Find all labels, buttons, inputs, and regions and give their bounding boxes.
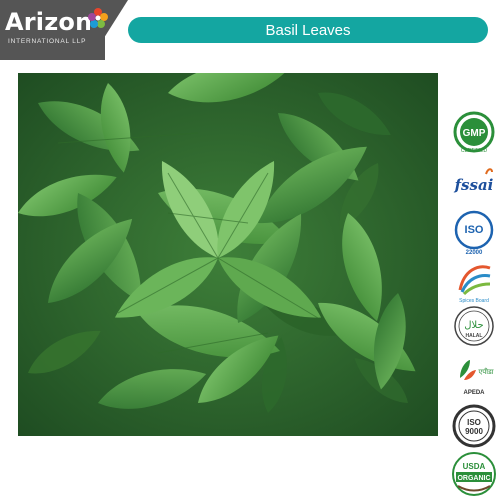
apeda-sublabel: APEDA — [463, 390, 485, 396]
iso-22000-icon: ISO 22000 — [454, 210, 494, 256]
iso-9000-sublabel: 9000 — [465, 427, 483, 436]
header: Arizone INTERNATIONAL LLP Basil Leaves — [0, 0, 500, 60]
gmp-label: GMP — [463, 128, 486, 139]
spices-board-icon: Spices Board — [458, 265, 491, 304]
iso-9000-icon: ISO 9000 — [452, 404, 496, 448]
usda-organic-badge: USDA ORGANIC — [448, 450, 500, 498]
iso-9000-badge: ISO 9000 — [448, 402, 500, 450]
usda-organic-icon: USDA ORGANIC — [452, 452, 496, 496]
product-title-bar: Basil Leaves — [128, 17, 488, 43]
iso-22000-badge: ISO 22000 — [448, 208, 500, 256]
page-title: Basil Leaves — [265, 21, 351, 39]
usda-sublabel: ORGANIC — [457, 475, 490, 482]
halal-label: حلال — [464, 320, 483, 331]
iso-9000-label: ISO — [467, 418, 481, 427]
halal-sublabel: HALAL — [466, 333, 483, 339]
apeda-badge: एपीडा APEDA — [448, 352, 500, 400]
halal-badge: حلال HALAL — [448, 304, 500, 352]
basil-photo-canvas — [18, 73, 438, 436]
fssai-icon: fssai — [454, 168, 494, 194]
certification-list: GMP CERTIFIED fssai ISO 22000 Spices Boa… — [448, 108, 500, 500]
iso-22000-label: ISO — [465, 224, 484, 236]
fssai-badge: fssai — [448, 160, 500, 208]
brand-tagline: INTERNATIONAL LLP — [8, 38, 87, 45]
product-page: Arizone INTERNATIONAL LLP Basil Leaves G… — [0, 0, 500, 500]
apeda-label: एपीडा — [478, 367, 493, 376]
gmp-sublabel: CERTIFIED — [461, 148, 488, 154]
gmp-badge: GMP CERTIFIED — [448, 108, 500, 156]
fssai-label: fssai — [454, 176, 494, 194]
usda-label: USDA — [463, 462, 486, 471]
flower-icon — [88, 8, 108, 28]
basil-leaves-photo — [18, 73, 438, 436]
halal-icon: حلال HALAL — [454, 306, 494, 346]
apeda-icon: एपीडा APEDA — [460, 360, 494, 396]
gmp-icon: GMP CERTIFIED — [453, 111, 495, 154]
spices-board-badge: Spices Board — [448, 256, 500, 304]
